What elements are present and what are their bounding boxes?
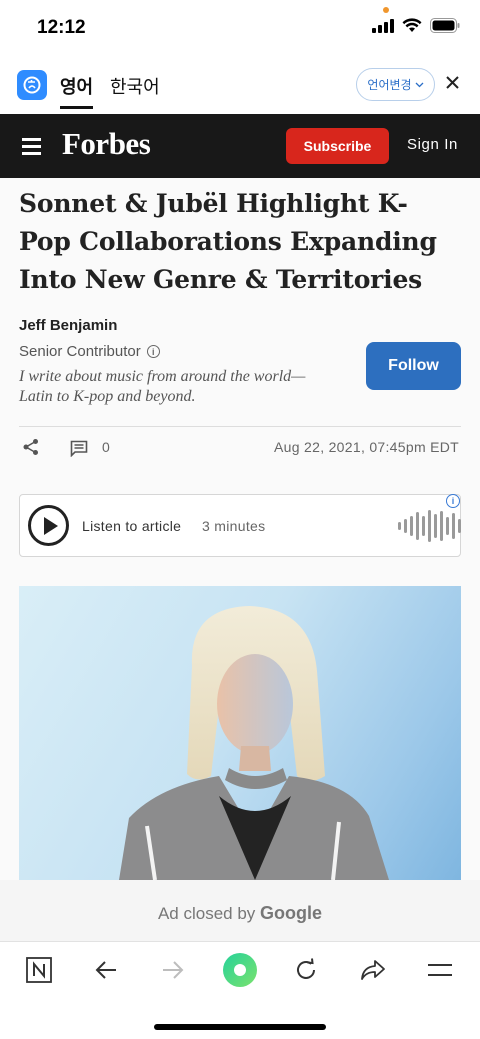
author-name[interactable]: Jeff Benjamin	[19, 317, 117, 334]
ad-closed-text: Ad closed by Google	[0, 903, 480, 924]
ad-info-icon[interactable]: i	[446, 494, 460, 508]
papago-translate-icon[interactable]	[17, 70, 47, 100]
back-button[interactable]	[86, 956, 126, 984]
share-arrow-icon	[361, 960, 385, 980]
listen-to-article-player[interactable]: Listen to article 3 minutes i	[19, 494, 461, 557]
change-language-label: 언어변경	[367, 78, 412, 92]
site-logo[interactable]: Forbes	[62, 126, 151, 162]
green-dot-icon	[223, 953, 257, 987]
audio-waveform-icon	[398, 508, 461, 544]
author-role-label: Senior Contributor	[19, 343, 141, 360]
reload-button[interactable]	[286, 956, 326, 984]
tab-source-language[interactable]: 영어	[60, 73, 94, 109]
portrait-photo	[119, 606, 389, 880]
close-translate-button[interactable]	[446, 72, 459, 95]
hamburger-menu-icon[interactable]	[22, 138, 41, 159]
comment-icon[interactable]	[70, 440, 88, 457]
play-icon[interactable]	[28, 505, 69, 546]
ad-closed-prefix: Ad closed by	[157, 904, 256, 923]
status-icons	[372, 18, 460, 33]
browser-bottom-toolbar	[0, 942, 480, 1039]
share-icon[interactable]	[22, 438, 40, 456]
menu-icon	[428, 964, 452, 976]
listen-label: Listen to article	[82, 518, 182, 534]
subscribe-button[interactable]: Subscribe	[286, 128, 389, 164]
wifi-icon	[402, 18, 422, 32]
info-icon[interactable]: i	[146, 345, 160, 358]
green-dot-button[interactable]	[220, 951, 260, 989]
status-time: 12:12	[37, 17, 86, 38]
battery-icon	[430, 18, 460, 33]
site-header: Forbes Subscribe Sign In	[0, 114, 480, 178]
article-content: Sonnet & Jubël Highlight K-Pop Collabora…	[0, 178, 480, 880]
menu-button[interactable]	[420, 956, 460, 984]
sign-in-link[interactable]: Sign In	[407, 136, 458, 153]
home-indicator[interactable]	[154, 1024, 326, 1030]
close-icon	[446, 76, 459, 89]
reload-icon	[297, 958, 315, 979]
cellular-signal-icon	[372, 18, 394, 33]
naver-home-button[interactable]	[19, 956, 59, 984]
privacy-indicator-dot	[383, 7, 389, 13]
comment-count: 0	[102, 439, 110, 455]
article-headline: Sonnet & Jubël Highlight K-Pop Collabora…	[19, 189, 437, 294]
published-date: Aug 22, 2021, 07:45pm EDT	[274, 439, 459, 455]
tab-target-language[interactable]: 한국어	[110, 73, 160, 99]
article-hero-image	[19, 586, 461, 880]
divider	[19, 426, 461, 427]
change-language-button[interactable]: 언어변경	[356, 68, 435, 101]
status-bar: 12:12	[0, 0, 480, 56]
chevron-down-icon	[415, 82, 424, 87]
ad-closed-banner: Ad closed by Google	[0, 880, 480, 942]
translate-bar: 영어 한국어 언어변경	[0, 56, 480, 114]
ad-brand-google: Google	[260, 903, 323, 923]
arrow-right-icon	[163, 961, 184, 979]
forward-button[interactable]	[153, 956, 193, 984]
arrow-left-icon	[95, 961, 116, 979]
share-button[interactable]	[353, 956, 393, 984]
follow-button[interactable]: Follow	[366, 342, 461, 390]
naver-n-icon	[26, 957, 52, 983]
author-role: Senior Contributor i	[19, 343, 160, 360]
author-bio: I write about music from around the worl…	[19, 368, 306, 405]
listen-duration: 3 minutes	[202, 518, 266, 534]
